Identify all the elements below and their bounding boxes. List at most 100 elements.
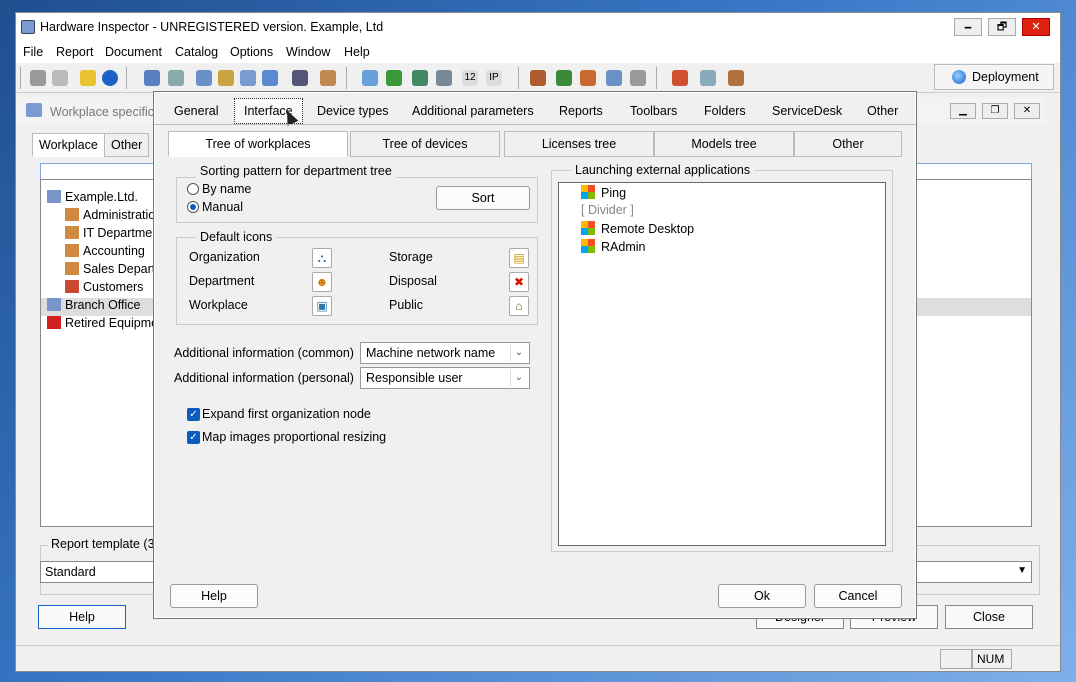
computer-icon[interactable] [362,70,378,86]
list-icon[interactable] [168,70,184,86]
menu-catalog[interactable]: Catalog [175,45,218,59]
organization-icon[interactable]: ⛬ [312,248,332,268]
map-images-checkbox[interactable]: ✓ [187,431,200,444]
toolbar-separator [126,67,127,89]
department-icon[interactable]: ☻ [312,272,332,292]
sort-button[interactable]: Sort [436,186,530,210]
tree-node[interactable]: Customers [65,280,143,298]
monitor-icon[interactable] [700,70,716,86]
toolbar-separator [20,67,21,89]
deployment-button[interactable]: Deployment [934,64,1054,90]
status-bar: NUM [16,645,1060,671]
list-item-divider[interactable]: [ Divider ] [581,203,634,217]
number-icon[interactable]: 12 [462,70,478,86]
tree-node[interactable]: Example.Ltd. [47,190,138,208]
disposal-label: Disposal [389,274,437,288]
workplace-icon[interactable]: ▣ [312,296,332,316]
close-button[interactable]: Close [945,605,1033,629]
menu-document[interactable]: Document [105,45,162,59]
manual-radio[interactable] [187,201,199,213]
tools-icon[interactable] [728,70,744,86]
ip-icon[interactable]: IP [486,70,502,86]
subtab-other[interactable]: Other [794,131,902,157]
cable-icon[interactable] [436,70,452,86]
tree-node[interactable]: Accounting [65,244,145,262]
by-name-radio[interactable] [187,183,199,195]
network-icon[interactable] [144,70,160,86]
child-minimize-button[interactable]: ▁ [950,103,976,119]
person-icon[interactable] [530,70,546,86]
menu-report[interactable]: Report [56,45,94,59]
scan-icon[interactable] [240,70,256,86]
tree-node[interactable]: Administration [65,208,162,226]
maximize-button[interactable]: 🗗 [988,18,1016,36]
close-window-button[interactable]: ✕ [1022,18,1050,36]
tab-folders[interactable]: Folders [694,98,756,124]
expand-first-label: Expand first organization node [202,407,371,421]
tree-node[interactable]: Branch Office [47,298,141,316]
title-bar: Hardware Inspector - UNREGISTERED versio… [16,13,1060,43]
toolbar-separator [656,67,657,89]
disposal-icon[interactable]: ✖ [509,272,529,292]
refresh-icon[interactable] [630,70,646,86]
additional-personal-select[interactable]: Responsible user ⌄ [360,367,530,389]
tab-workplace[interactable]: Workplace [32,133,105,157]
additional-personal-value: Responsible user [366,371,463,385]
tab-general[interactable]: General [164,98,228,124]
eye-icon[interactable] [292,70,308,86]
tab-servicedesk[interactable]: ServiceDesk [762,98,852,124]
info-icon[interactable] [102,70,118,86]
tree-node[interactable]: IT Department [65,226,163,244]
tab-reports[interactable]: Reports [549,98,613,124]
app-icon [581,221,595,235]
public-icon[interactable]: ⌂ [509,296,529,316]
list-item[interactable]: RAdmin [581,239,645,254]
dialog-help-button[interactable]: Help [170,584,258,608]
child-restore-button[interactable]: ❐ [982,103,1008,119]
subtab-licenses-tree[interactable]: Licenses tree [504,131,654,157]
search-docs-icon[interactable] [218,70,234,86]
tab-toolbars[interactable]: Toolbars [620,98,687,124]
search-devices-icon[interactable] [196,70,212,86]
external-apps-list[interactable]: Ping [ Divider ] Remote Desktop RAdmin [558,182,886,546]
menu-help[interactable]: Help [344,45,370,59]
subtab-tree-of-workplaces[interactable]: Tree of workplaces [168,131,348,157]
launching-title: Launching external applications [571,163,755,177]
app-icon [21,20,35,34]
menu-window[interactable]: Window [286,45,330,59]
tab-device-types[interactable]: Device types [307,98,399,124]
department-icon [65,244,79,257]
cancel-button[interactable]: Cancel [814,584,902,608]
menu-file[interactable]: File [23,45,43,59]
additional-common-select[interactable]: Machine network name ⌄ [360,342,530,364]
ok-button[interactable]: Ok [718,584,806,608]
users-icon[interactable] [606,70,622,86]
bar-chart-icon[interactable] [580,70,596,86]
magnifier-icon[interactable] [262,70,278,86]
menu-options[interactable]: Options [230,45,273,59]
main-help-button[interactable]: Help [38,605,126,629]
list-item[interactable]: Ping [581,185,626,200]
subtab-models-tree[interactable]: Models tree [654,131,794,157]
document-icon[interactable] [52,70,68,86]
list-item[interactable]: Remote Desktop [581,221,694,236]
chevron-down-icon: ▼ [1017,565,1027,576]
print-icon[interactable] [30,70,46,86]
subtab-tree-of-devices[interactable]: Tree of devices [350,131,500,157]
child-close-button[interactable]: ✕ [1014,103,1040,119]
board-icon[interactable] [386,70,402,86]
tab-other-dialog[interactable]: Other [857,98,908,124]
money-icon[interactable] [556,70,572,86]
tab-additional-parameters[interactable]: Additional parameters [402,98,544,124]
user-search-icon[interactable] [320,70,336,86]
tab-other[interactable]: Other [104,133,150,157]
department-icon [65,262,79,275]
storage-icon[interactable]: ▤ [509,248,529,268]
help-icon[interactable] [80,70,96,86]
tree-node[interactable]: Retired Equipment [47,316,169,334]
minimize-button[interactable]: 🗕 [954,18,982,36]
report-icon[interactable] [672,70,688,86]
window-title: Hardware Inspector - UNREGISTERED versio… [40,20,384,34]
chart-icon[interactable] [412,70,428,86]
expand-first-checkbox[interactable]: ✓ [187,408,200,421]
